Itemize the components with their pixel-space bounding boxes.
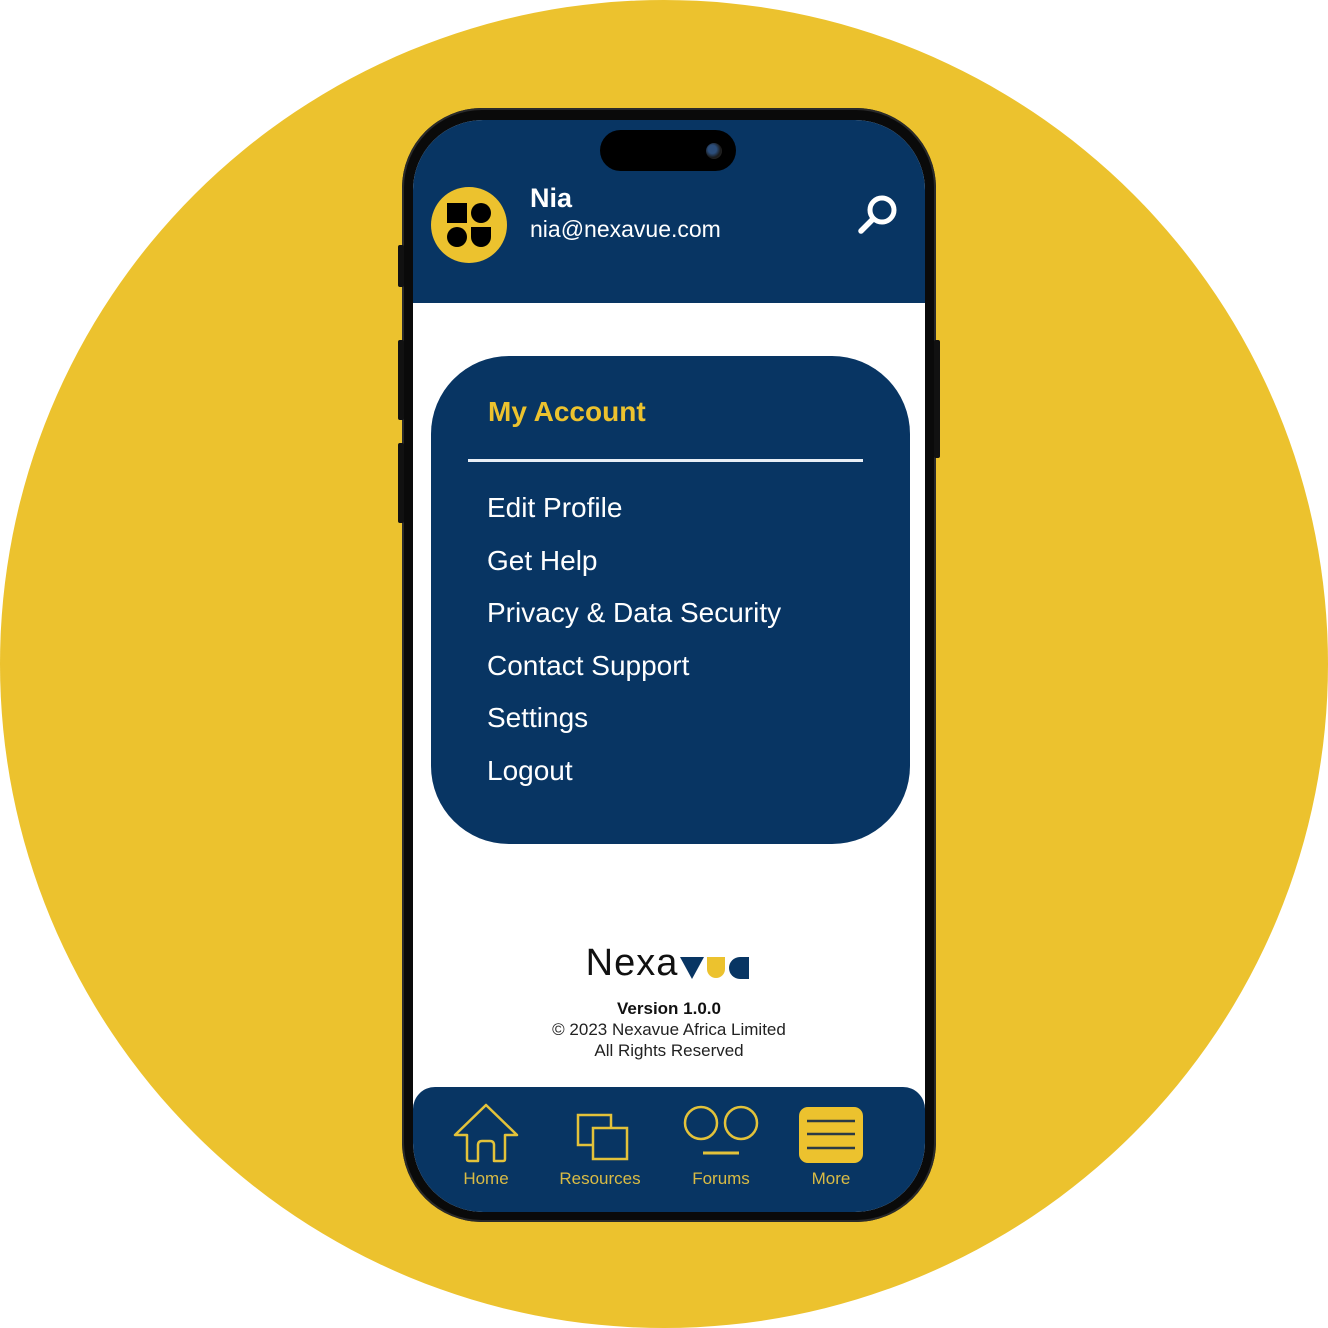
nav-home[interactable]: Home bbox=[431, 1101, 541, 1201]
forums-icon bbox=[683, 1105, 759, 1155]
nav-more[interactable]: More bbox=[776, 1101, 886, 1201]
brand-mark-icon bbox=[680, 956, 750, 979]
account-menu-card: My Account Edit Profile Get Help Privacy… bbox=[431, 356, 910, 844]
rights-text: All Rights Reserved bbox=[594, 1041, 744, 1060]
resources-icon bbox=[576, 1113, 629, 1161]
nav-resources-label: Resources bbox=[559, 1169, 641, 1188]
user-name: Nia bbox=[530, 183, 573, 213]
avatar[interactable] bbox=[431, 187, 507, 263]
nexavue-shapes-logo-icon bbox=[447, 203, 491, 247]
account-menu-list: Edit Profile Get Help Privacy & Data Sec… bbox=[487, 488, 781, 804]
menu-item-privacy-data-security[interactable]: Privacy & Data Security bbox=[487, 593, 781, 646]
menu-item-logout[interactable]: Logout bbox=[487, 751, 781, 804]
volume-up-button bbox=[398, 340, 404, 420]
search-button[interactable] bbox=[855, 192, 901, 238]
power-button bbox=[934, 340, 940, 458]
account-menu-title: My Account bbox=[488, 396, 646, 427]
menu-icon bbox=[799, 1107, 863, 1163]
search-icon bbox=[858, 195, 897, 234]
nav-home-label: Home bbox=[463, 1169, 509, 1188]
action-button bbox=[398, 245, 404, 287]
menu-item-contact-support[interactable]: Contact Support bbox=[487, 646, 781, 699]
phone-screen: Nia nia@nexavue.com My Account Edit Prof… bbox=[413, 120, 925, 1212]
app-version: Version 1.0.0 bbox=[617, 999, 721, 1018]
menu-item-get-help[interactable]: Get Help bbox=[487, 541, 781, 594]
brand-logo: Nexa bbox=[413, 942, 925, 988]
profile-header: Nia nia@nexavue.com bbox=[413, 120, 925, 303]
front-camera bbox=[706, 143, 722, 159]
menu-item-edit-profile[interactable]: Edit Profile bbox=[487, 488, 781, 541]
home-icon bbox=[453, 1103, 519, 1163]
menu-item-settings[interactable]: Settings bbox=[487, 698, 781, 751]
nav-forums-label: Forums bbox=[692, 1169, 750, 1188]
volume-down-button bbox=[398, 443, 404, 523]
copyright-text: © 2023 Nexavue Africa Limited bbox=[552, 1020, 786, 1039]
dynamic-island bbox=[600, 130, 736, 171]
nav-resources[interactable]: Resources bbox=[545, 1101, 655, 1201]
brand-wordmark: Nexa bbox=[585, 942, 679, 984]
bottom-nav: Home Resources Forums More bbox=[413, 1087, 925, 1212]
nav-more-label: More bbox=[811, 1169, 851, 1188]
user-email: nia@nexavue.com bbox=[530, 216, 721, 242]
nav-forums[interactable]: Forums bbox=[666, 1101, 776, 1201]
divider bbox=[468, 459, 863, 462]
